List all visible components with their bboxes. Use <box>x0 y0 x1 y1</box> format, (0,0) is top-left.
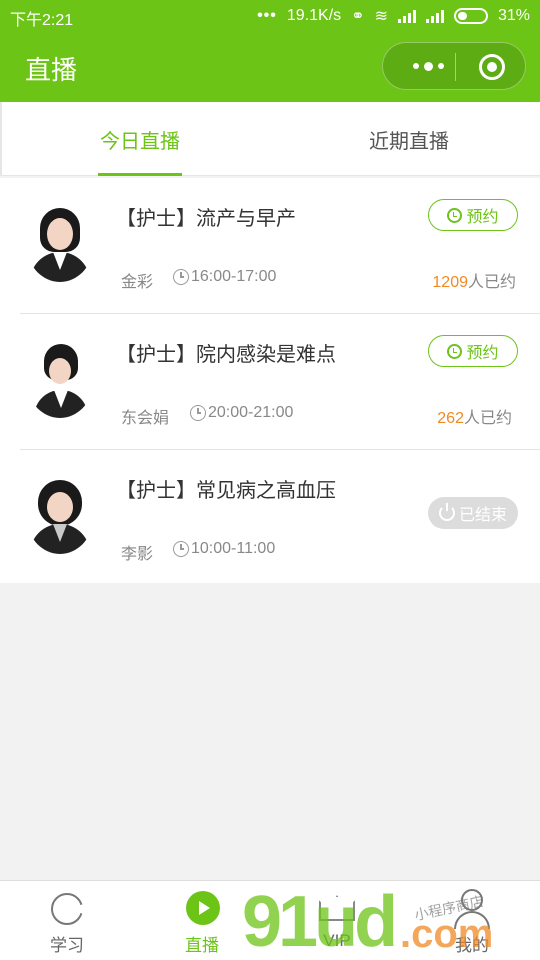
ended-button: 已结束 <box>428 497 518 529</box>
signal-icon <box>397 9 416 23</box>
clock-icon <box>173 541 189 557</box>
close-miniprogram-icon[interactable] <box>479 54 505 80</box>
link-icon: ⚭ <box>351 8 365 25</box>
reserve-label: 预约 <box>466 209 499 226</box>
more-menu-icon[interactable] <box>403 53 453 79</box>
status-right: ••• 19.1K/s ⚭ ≋ 31% <box>257 6 530 26</box>
teacher-name: 东会娟 <box>121 410 170 427</box>
course-time: 10:00-11:00 <box>191 540 276 557</box>
status-bar: 下午2:21 ••• 19.1K/s ⚭ ≋ 31% <box>0 0 540 32</box>
ended-label: 已结束 <box>458 507 507 524</box>
signal-icon-2 <box>425 9 444 23</box>
reservation-count: 1209人已约 <box>432 268 516 292</box>
crown-icon <box>319 895 355 921</box>
reserve-button[interactable]: 预约 <box>428 335 518 367</box>
tab-live-label: 直播 <box>185 936 219 955</box>
status-time: 下午2:21 <box>10 12 74 29</box>
course-title: 【护士】流产与早产 <box>116 208 296 230</box>
course-title: 【护士】常见病之高血压 <box>116 480 336 502</box>
history-icon <box>447 207 463 223</box>
count-number: 1209 <box>432 274 468 291</box>
avatar <box>26 476 94 554</box>
tab-study[interactable]: 学习 <box>27 881 107 960</box>
count-suffix: 人已约 <box>467 274 516 291</box>
history-icon <box>447 343 463 359</box>
more-notifications-icon: ••• <box>257 7 277 24</box>
reserve-button[interactable]: 预约 <box>428 199 518 231</box>
wifi-icon: ≋ <box>374 8 388 25</box>
list-item[interactable]: 【护士】流产与早产 预约 金彩 16:00-17:00 1209人已约 <box>0 178 540 314</box>
battery-percent: 31% <box>497 7 530 24</box>
count-number: 262 <box>437 410 464 427</box>
battery-icon <box>453 8 488 24</box>
tab-mine-label: 我的 <box>455 936 489 955</box>
app-header: 下午2:21 ••• 19.1K/s ⚭ ≋ 31% 直播 <box>0 0 540 102</box>
live-tabs: 今日直播 近期直播 <box>0 102 540 176</box>
tab-mine[interactable]: 我的 <box>432 881 512 960</box>
list-item[interactable]: 【护士】常见病之高血压 已结束 李影 10:00-11:00 <box>0 450 540 586</box>
course-list: 【护士】流产与早产 预约 金彩 16:00-17:00 1209人已约 【护士】… <box>0 178 540 583</box>
tab-upcoming-live[interactable]: 近期直播 <box>366 102 452 176</box>
tab-today-live[interactable]: 今日直播 <box>98 102 182 176</box>
bottom-tab-bar: 学习 直播 VIP 我的 <box>0 880 540 960</box>
teacher-name: 金彩 <box>121 274 154 291</box>
person-icon <box>461 889 483 911</box>
course-time: 20:00-21:00 <box>208 404 294 421</box>
pacman-icon <box>51 893 83 925</box>
count-suffix: 人已约 <box>463 410 512 427</box>
page-title: 直播 <box>25 55 78 85</box>
tab-study-label: 学习 <box>50 936 84 955</box>
reservation-count: 262人已约 <box>437 404 512 428</box>
tab-vip[interactable]: VIP <box>297 881 377 960</box>
clock-icon <box>190 405 206 421</box>
power-icon <box>438 503 455 521</box>
tab-vip-label: VIP <box>323 931 351 950</box>
tab-live[interactable]: 直播 <box>162 881 242 960</box>
course-title: 【护士】院内感染是难点 <box>116 344 336 366</box>
course-time: 16:00-17:00 <box>191 268 277 285</box>
capsule-divider <box>455 53 456 81</box>
person-body-icon <box>454 911 490 929</box>
avatar <box>26 204 94 282</box>
list-item[interactable]: 【护士】院内感染是难点 预约 东会娟 20:00-21:00 262人已约 <box>0 314 540 450</box>
network-speed: 19.1K/s <box>286 7 342 24</box>
reserve-label: 预约 <box>466 345 499 362</box>
miniprogram-capsule <box>382 42 526 90</box>
play-icon <box>186 891 220 925</box>
avatar <box>26 340 94 418</box>
clock-icon <box>173 269 189 285</box>
teacher-name: 李影 <box>121 546 154 563</box>
